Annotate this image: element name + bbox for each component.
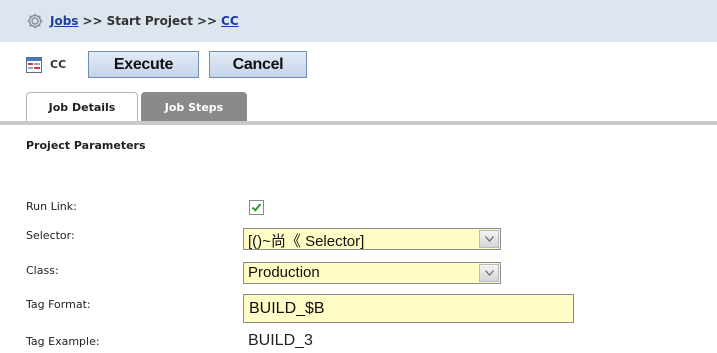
breadcrumb-project-link[interactable]: CC <box>221 14 239 28</box>
tag-example-label: Tag Example: <box>26 335 100 348</box>
selector-label: Selector: <box>26 229 75 242</box>
selector-select[interactable]: [()~尚《 Selector] <box>243 228 501 250</box>
breadcrumb-jobs-link[interactable]: Jobs <box>50 14 78 28</box>
run-link-checkbox[interactable] <box>249 200 264 215</box>
project-icon <box>26 56 42 73</box>
execute-button[interactable]: Execute <box>88 51 199 78</box>
breadcrumb-bar: Jobs >> Start Project >> CC <box>0 0 717 42</box>
project-name: CC <box>50 58 67 71</box>
tab-job-steps[interactable]: Job Steps <box>141 92 247 122</box>
toolbar: CC Execute Cancel <box>26 51 317 78</box>
class-select[interactable]: Production <box>243 262 501 284</box>
tab-divider <box>0 121 717 125</box>
selector-value: [()~尚《 Selector] <box>248 233 365 250</box>
class-value: Production <box>248 264 320 281</box>
breadcrumb-separator: >> <box>82 14 103 28</box>
selector-dropdown-button[interactable] <box>479 230 499 248</box>
cancel-button[interactable]: Cancel <box>209 51 307 78</box>
tag-example-value: BUILD_3 <box>248 332 313 349</box>
tag-format-input[interactable] <box>243 294 574 323</box>
dropdown-arrow-icon <box>485 236 494 242</box>
gear-icon <box>26 12 44 30</box>
tab-job-details[interactable]: Job Details <box>26 92 138 122</box>
breadcrumb-separator: >> <box>196 14 218 28</box>
checkmark-icon <box>251 203 262 212</box>
breadcrumb: Jobs >> Start Project >> CC <box>50 14 239 28</box>
tag-format-label: Tag Format: <box>26 298 91 311</box>
breadcrumb-start-project: Start Project <box>106 14 193 28</box>
section-title: Project Parameters <box>26 139 146 152</box>
class-dropdown-button[interactable] <box>479 264 499 282</box>
tab-bar: Job Details Job Steps <box>26 92 247 122</box>
run-link-label: Run Link: <box>26 200 77 213</box>
dropdown-arrow-icon <box>485 270 494 276</box>
class-label: Class: <box>26 264 59 277</box>
